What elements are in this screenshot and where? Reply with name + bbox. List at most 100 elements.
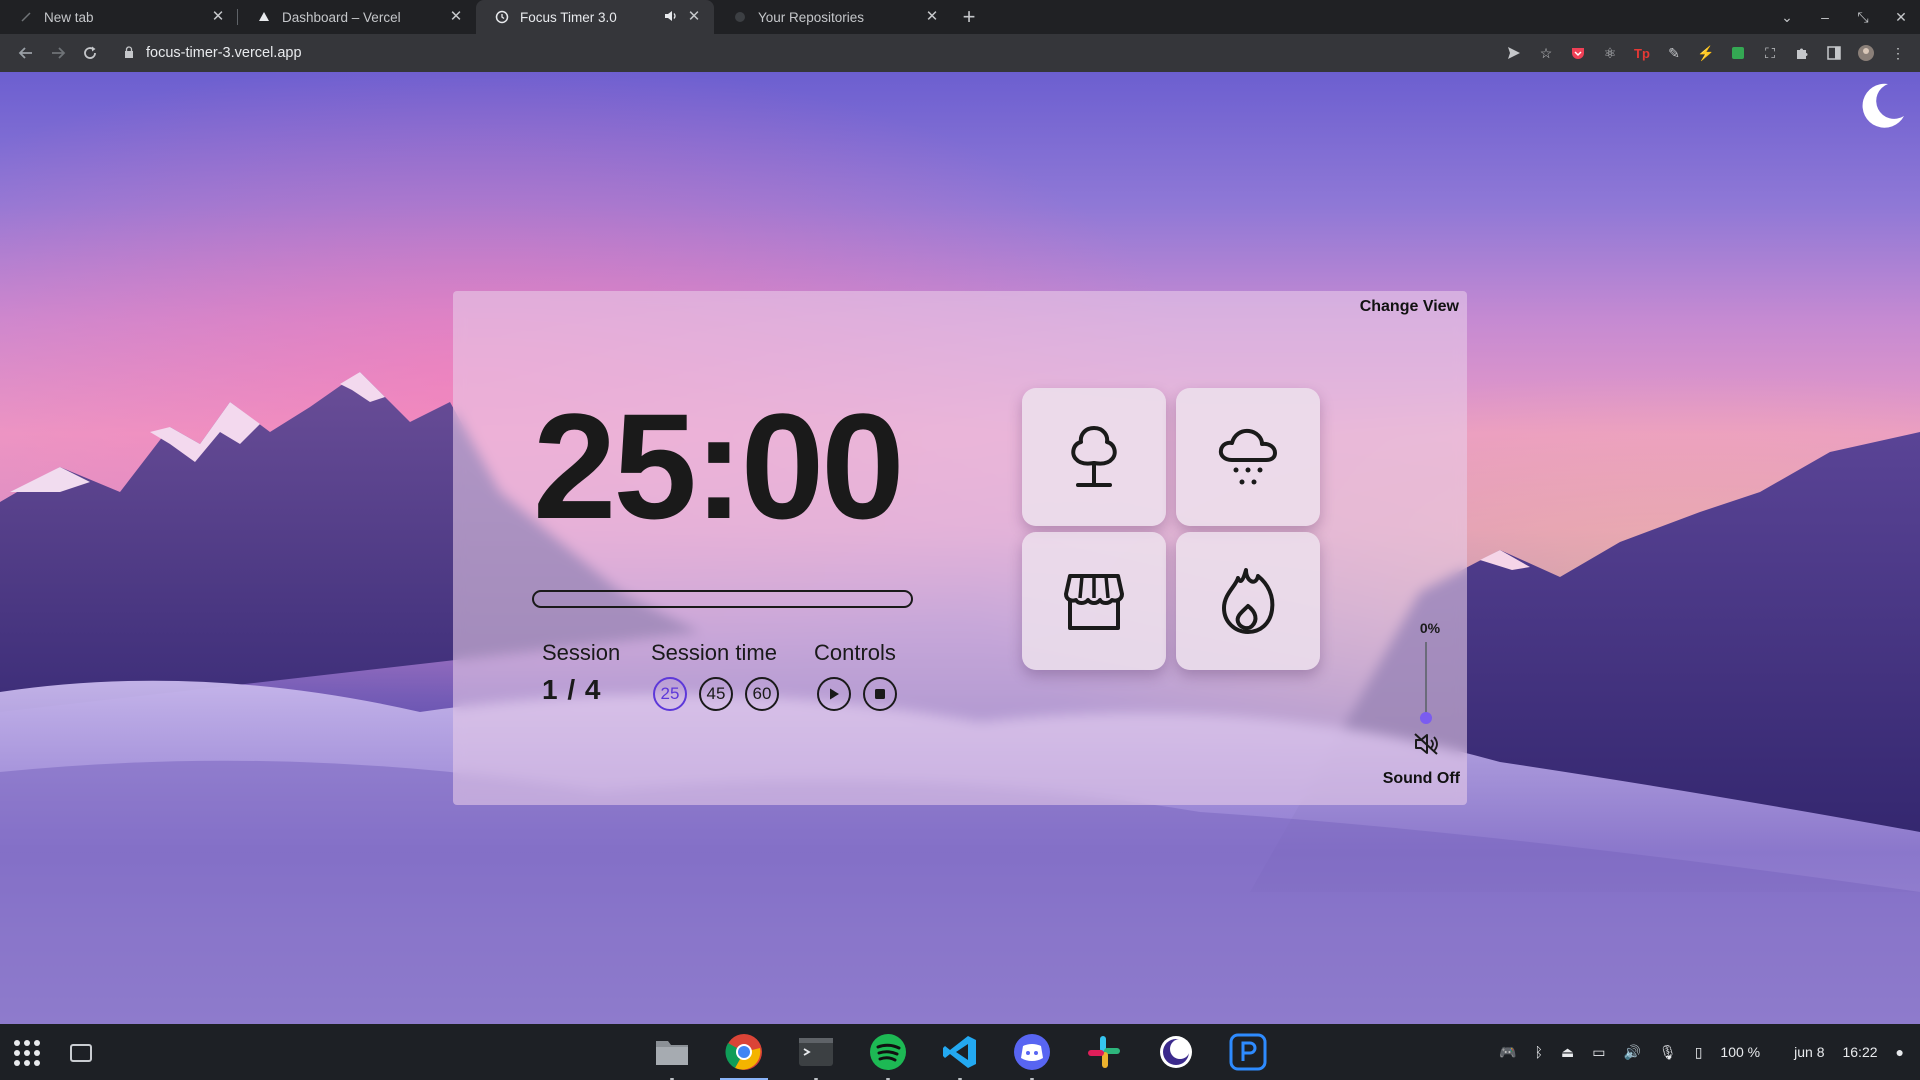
github-icon — [732, 9, 748, 25]
vercel-icon — [256, 9, 272, 25]
overview-icon[interactable] — [70, 1044, 92, 1062]
app-dock — [652, 1032, 1268, 1080]
clock-text: 16:22 — [1842, 1044, 1878, 1060]
status-dot-icon: ● — [1895, 1044, 1904, 1060]
tab-vercel-dashboard[interactable]: Dashboard – Vercel ✕ — [238, 0, 476, 34]
microphone-icon[interactable]: 🎙 — [1659, 1044, 1677, 1061]
files-app-icon[interactable] — [652, 1032, 692, 1080]
date-text: jun 8 — [1794, 1044, 1825, 1060]
close-icon[interactable]: ✕ — [448, 9, 464, 25]
play-button[interactable] — [817, 677, 851, 711]
toolbar-actions: ☆ ⚛ Tp ✎ ⚡ ⛶ ⋮ — [1500, 34, 1912, 72]
spotify-app-icon[interactable] — [868, 1032, 908, 1080]
close-window-icon[interactable]: ✕ — [1882, 9, 1920, 26]
tree-icon — [1071, 426, 1117, 487]
side-panel-icon[interactable] — [1820, 39, 1848, 67]
bookmark-star-icon[interactable]: ☆ — [1532, 39, 1560, 67]
tab-search-icon[interactable]: ⌄ — [1768, 9, 1806, 26]
rain-cloud-icon — [1218, 428, 1277, 485]
session-label: Session — [542, 640, 621, 665]
timer-display: 25:00 — [533, 382, 905, 550]
pocket-icon[interactable] — [1564, 39, 1592, 67]
send-icon[interactable] — [1500, 39, 1528, 67]
pen-icon[interactable]: ✎ — [1660, 39, 1688, 67]
close-icon[interactable]: ✕ — [686, 9, 702, 25]
discord-app-icon[interactable] — [1012, 1032, 1052, 1080]
lock-icon[interactable] — [124, 45, 134, 61]
battery-icon: ▯ — [1694, 1043, 1703, 1060]
change-view-button[interactable]: Change View — [1360, 298, 1459, 316]
play-icon — [830, 688, 839, 700]
session-counter: 1 / 4 — [542, 674, 602, 705]
os-shelf: 🎮 ᛒ ⏏ ▭ 🔊 🎙 ▯ 100 % jun 8 16:22 ● — [0, 1024, 1920, 1080]
reload-button[interactable] — [74, 37, 106, 69]
theme-toggle-moon-icon[interactable] — [1856, 80, 1906, 130]
sound-status: Sound Off — [1382, 770, 1460, 787]
extension-green-icon[interactable] — [1724, 39, 1752, 67]
forest-sound-button[interactable] — [1022, 388, 1166, 526]
volume-slider-thumb[interactable] — [1420, 712, 1432, 724]
store-icon — [1064, 574, 1124, 630]
tab-title: Dashboard – Vercel — [282, 9, 401, 25]
session-time-60-button[interactable]: 60 — [745, 677, 779, 711]
browser-toolbar: focus-timer-3.vercel.app ☆ ⚛ Tp ✎ ⚡ ⛶ ⋮ — [0, 34, 1920, 72]
fire-icon — [1222, 568, 1275, 634]
bluetooth-icon[interactable]: ᛒ — [1535, 1044, 1543, 1060]
screen-cast-icon[interactable]: ▭ — [1592, 1044, 1605, 1061]
back-button[interactable] — [10, 37, 42, 69]
avatar[interactable] — [1852, 39, 1880, 67]
tab-new-tab[interactable]: New tab ✕ — [0, 0, 238, 34]
react-devtools-icon[interactable]: ⚛ — [1596, 39, 1624, 67]
session-time-25-button[interactable]: 25 — [653, 677, 687, 711]
gamepad-icon[interactable]: 🎮 — [1499, 1044, 1516, 1061]
battery-percent: 100 % — [1720, 1044, 1761, 1060]
eject-icon[interactable]: ⏏ — [1561, 1044, 1574, 1061]
tab-focus-timer[interactable]: Focus Timer 3.0 ✕ — [476, 0, 714, 34]
focus-timer-card: Change View 25:00 Session 1 / 4 Session … — [453, 291, 1467, 805]
window-controls: ⌄ – ⤡ ✕ — [1768, 0, 1920, 34]
minimize-icon[interactable]: – — [1806, 9, 1844, 25]
page-viewport: Change View 25:00 Session 1 / 4 Session … — [0, 72, 1920, 1024]
tab-title: New tab — [44, 9, 94, 25]
tab-title: Focus Timer 3.0 — [520, 9, 617, 25]
url-text[interactable]: focus-timer-3.vercel.app — [146, 45, 302, 61]
vscode-app-icon[interactable] — [940, 1032, 980, 1080]
session-time-label: Session time — [651, 640, 777, 665]
system-tray[interactable]: 🎮 ᛒ ⏏ ▭ 🔊 🎙 ▯ 100 % jun 8 16:22 ● — [1499, 1024, 1904, 1080]
fireplace-sound-button[interactable] — [1176, 532, 1320, 670]
rain-sound-button[interactable] — [1176, 388, 1320, 526]
app-launcher-icon[interactable] — [14, 1040, 40, 1066]
volume-percent: 0% — [1419, 620, 1441, 636]
tab-your-repositories[interactable]: Your Repositories ✕ — [714, 0, 952, 34]
chrome-app-icon[interactable] — [720, 1032, 768, 1080]
extension-red-icon[interactable]: Tp — [1628, 39, 1656, 67]
terminal-app-icon[interactable] — [796, 1032, 836, 1080]
extension-dim-icon[interactable]: ⚡ — [1692, 39, 1720, 67]
slack-app-icon[interactable] — [1084, 1032, 1124, 1072]
new-tab-button[interactable]: + — [952, 0, 986, 34]
volume-slider-track[interactable] — [1425, 642, 1427, 718]
coffee-shop-sound-button[interactable] — [1022, 532, 1166, 670]
focus-app-icon[interactable] — [1156, 1032, 1196, 1072]
tab-strip: New tab ✕ Dashboard – Vercel ✕ Focus Tim… — [0, 0, 1920, 34]
clock-icon — [494, 9, 510, 25]
restore-icon[interactable]: ⤡ — [1844, 9, 1882, 26]
volume-icon[interactable]: 🔊 — [1623, 1044, 1640, 1061]
speaker-muted-icon[interactable] — [1413, 732, 1441, 756]
screenshot-icon[interactable]: ⛶ — [1756, 39, 1784, 67]
speaker-icon[interactable] — [664, 10, 678, 25]
controls-label: Controls — [814, 640, 896, 665]
session-time-45-button[interactable]: 45 — [699, 677, 733, 711]
p-app-icon[interactable] — [1228, 1032, 1268, 1072]
tab-title: Your Repositories — [758, 9, 865, 25]
menu-kebab-icon[interactable]: ⋮ — [1884, 39, 1912, 67]
extensions-puzzle-icon[interactable] — [1788, 39, 1816, 67]
stop-button[interactable] — [863, 677, 897, 711]
newtab-icon — [18, 9, 34, 25]
close-icon[interactable]: ✕ — [210, 9, 226, 25]
stop-icon — [875, 689, 885, 699]
address-bar[interactable]: focus-timer-3.vercel.app — [124, 38, 302, 68]
session-progress-bar — [532, 590, 913, 608]
forward-button[interactable] — [42, 37, 74, 69]
close-icon[interactable]: ✕ — [924, 9, 940, 25]
